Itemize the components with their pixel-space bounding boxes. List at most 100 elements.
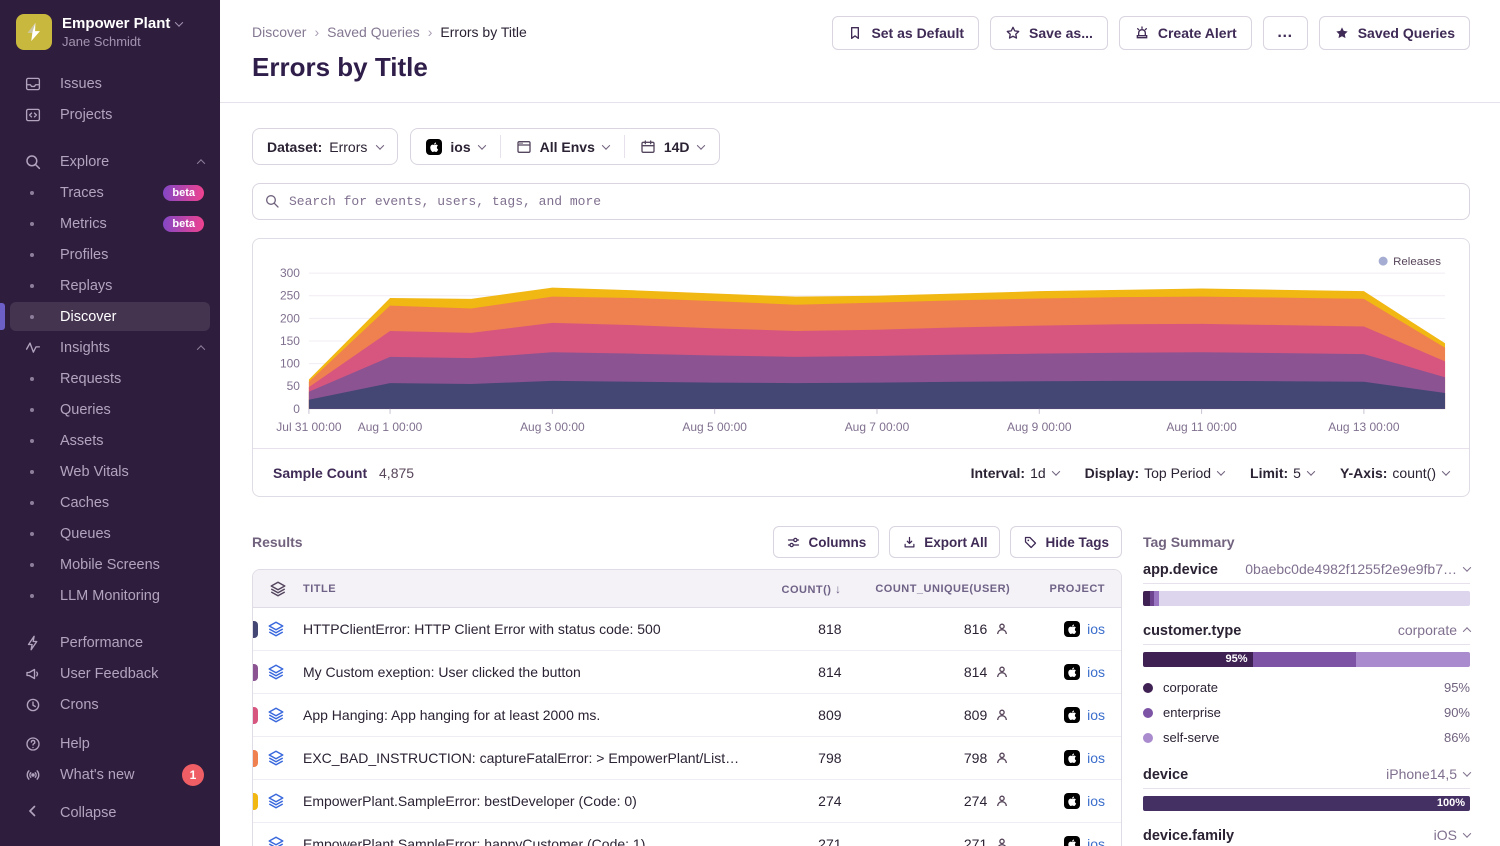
error-title-link[interactable]: EmpowerPlant.SampleError: happyCustomer … [303, 836, 645, 846]
interval-selector[interactable]: Interval:1d [971, 465, 1059, 481]
dataset-selector[interactable]: Dataset: Errors [252, 128, 398, 165]
project-link[interactable]: ios [1087, 836, 1105, 846]
error-title-link[interactable]: My Custom exeption: User clicked the but… [303, 664, 581, 680]
legend-releases[interactable]: Releases [1379, 256, 1442, 268]
sidebar-item-traces[interactable]: Tracesbeta [0, 177, 220, 208]
sidebar-item-performance[interactable]: Performance [0, 627, 220, 658]
sidebar-item-issues[interactable]: Issues [0, 68, 220, 99]
svg-text:0: 0 [293, 402, 300, 416]
chart-panel: 050100150200250300Jul 31 00:00Aug 1 00:0… [252, 238, 1470, 497]
stack-icon [267, 792, 285, 810]
project-link[interactable]: ios [1087, 707, 1105, 723]
project-link[interactable]: ios [1087, 750, 1105, 766]
tag-bar-segment[interactable] [1253, 652, 1356, 667]
chevron-down-icon [696, 141, 704, 149]
sidebar-item-llm-monitoring[interactable]: LLM Monitoring [0, 580, 220, 611]
sidebar-item-projects[interactable]: Projects [0, 99, 220, 130]
bookmark-icon [847, 25, 863, 41]
sidebar-item-help[interactable]: Help [0, 728, 220, 759]
collapse-button[interactable]: Collapse [0, 800, 220, 846]
tag-value-toggle[interactable]: corporate [1398, 622, 1470, 638]
column-count-unique[interactable]: COUNT_UNIQUE(USER) [858, 570, 1027, 608]
sidebar-section-insights[interactable]: Insights [0, 332, 220, 363]
create-alert-button[interactable]: Create Alert [1119, 16, 1252, 50]
svg-text:Aug 11 00:00: Aug 11 00:00 [1166, 420, 1237, 434]
date-range-selector[interactable]: 14D [625, 129, 719, 164]
project-selector[interactable]: ios [411, 129, 499, 164]
more-options-button[interactable]: … [1263, 16, 1308, 50]
sidebar-item-web-vitals[interactable]: Web Vitals [0, 456, 220, 487]
set-as-default-button[interactable]: Set as Default [832, 16, 979, 50]
environment-selector[interactable]: All Envs [501, 129, 624, 164]
error-title-link[interactable]: App Hanging: App hanging for at least 20… [303, 707, 600, 723]
sidebar-item-queries[interactable]: Queries [0, 394, 220, 425]
sidebar-item-replays[interactable]: Replays [0, 270, 220, 301]
stacked-area-chart[interactable]: 050100150200250300Jul 31 00:00Aug 1 00:0… [253, 239, 1469, 448]
chevron-down-icon [1307, 467, 1315, 475]
chevron-down-icon [602, 141, 610, 149]
svg-text:300: 300 [280, 266, 300, 280]
tag-value-toggle[interactable]: 0baebc0de4982f1255f2e9e9fb7… [1245, 561, 1470, 577]
search-input[interactable] [252, 183, 1470, 220]
sidebar-item-mobile-screens[interactable]: Mobile Screens [0, 549, 220, 580]
org-name: Empower Plant [62, 15, 170, 32]
tag-bar-segment[interactable]: 100% [1143, 796, 1470, 811]
count-unique-cell: 816 [874, 621, 1011, 637]
display-selector[interactable]: Display:Top Period [1085, 465, 1224, 481]
date-range-value: 14D [664, 139, 690, 155]
sidebar-item-profiles[interactable]: Profiles [0, 239, 220, 270]
svg-text:Aug 13 00:00: Aug 13 00:00 [1328, 420, 1400, 434]
breadcrumb-saved-queries[interactable]: Saved Queries [327, 24, 420, 40]
sidebar-item-crons[interactable]: Crons [0, 689, 220, 720]
column-count[interactable]: COUNT() ↓ [755, 570, 857, 608]
sidebar-section-explore[interactable]: Explore [0, 146, 220, 177]
error-title-link[interactable]: EmpowerPlant.SampleError: bestDeveloper … [303, 793, 637, 809]
project-link[interactable]: ios [1087, 664, 1105, 680]
apple-ios-icon [1064, 836, 1080, 846]
column-title[interactable]: TITLE [287, 570, 755, 608]
tag-bar-segment[interactable]: 95% [1143, 652, 1253, 667]
sidebar-item-what-s-new[interactable]: What's new1 [0, 759, 220, 790]
sidebar-item-metrics[interactable]: Metricsbeta [0, 208, 220, 239]
project-link[interactable]: ios [1087, 621, 1105, 637]
sidebar-item-requests[interactable]: Requests [0, 363, 220, 394]
main-area: Discover › Saved Queries › Errors by Tit… [220, 0, 1500, 846]
export-all-button[interactable]: Export All [889, 526, 1000, 558]
count-cell: 274 [755, 780, 857, 823]
tag-icon [1023, 535, 1038, 550]
tag-bar-segment[interactable] [1159, 591, 1470, 606]
breadcrumb-separator: › [314, 24, 319, 40]
user-icon [994, 664, 1010, 680]
sidebar-item-assets[interactable]: Assets [0, 425, 220, 456]
error-title-link[interactable]: EXC_BAD_INSTRUCTION: captureFatalError: … [303, 750, 739, 766]
environment-value: All Envs [540, 139, 595, 155]
sidebar-item-queues[interactable]: Queues [0, 518, 220, 549]
breadcrumb-discover[interactable]: Discover [252, 24, 306, 40]
chevron-up-icon [197, 159, 205, 167]
error-title-link[interactable]: HTTPClientError: HTTP Client Error with … [303, 621, 661, 637]
y-axis-selector[interactable]: Y-Axis:count() [1340, 465, 1449, 481]
sidebar-item-discover[interactable]: Discover [0, 301, 220, 332]
hide-tags-button[interactable]: Hide Tags [1010, 526, 1122, 558]
results-column: Results Columns Export All Hide Tags [252, 525, 1122, 846]
columns-button[interactable]: Columns [773, 526, 879, 558]
save-as-button[interactable]: Save as... [990, 16, 1108, 50]
series-color-chip [252, 750, 258, 767]
sidebar-item-user-feedback[interactable]: User Feedback [0, 658, 220, 689]
tag-value-toggle[interactable]: iOS [1434, 827, 1470, 843]
tag-section-device-family: device.familyiOS100% [1143, 827, 1470, 846]
beta-badge: beta [163, 216, 204, 232]
saved-queries-button[interactable]: Saved Queries [1319, 16, 1470, 50]
column-project[interactable]: PROJECT [1026, 570, 1121, 608]
bullet-icon [30, 315, 34, 319]
sidebar-item-caches[interactable]: Caches [0, 487, 220, 518]
org-switcher[interactable]: Empower Plant Jane Schmidt [0, 0, 220, 60]
project-link[interactable]: ios [1087, 793, 1105, 809]
tag-value-toggle[interactable]: iPhone14,5 [1386, 766, 1470, 782]
tag-bar-segment[interactable] [1356, 652, 1470, 667]
results-table-header: TITLE COUNT() ↓ COUNT_UNIQUE(USER) PROJE… [253, 570, 1121, 608]
limit-selector[interactable]: Limit:5 [1250, 465, 1314, 481]
user-icon [994, 621, 1010, 637]
tag-name: app.device [1143, 562, 1218, 578]
star-icon [1005, 25, 1021, 41]
